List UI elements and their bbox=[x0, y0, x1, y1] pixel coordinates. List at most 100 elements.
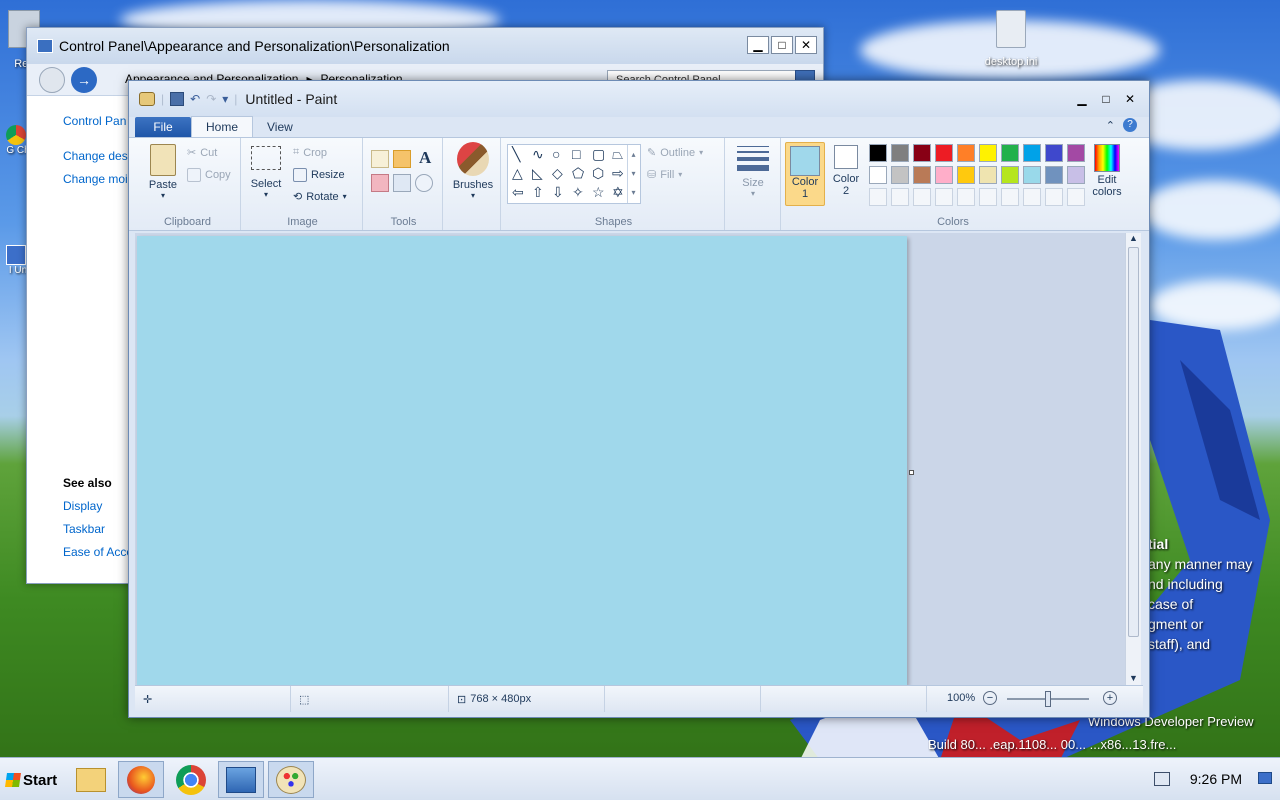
triangle-shape-icon[interactable]: △ bbox=[512, 165, 532, 184]
zoom-out-button[interactable]: − bbox=[983, 691, 997, 705]
select-button[interactable]: Select ▾ bbox=[249, 146, 283, 199]
control-panel-titlebar[interactable]: Control Panel\Appearance and Personaliza… bbox=[27, 28, 823, 64]
four-point-star-shape-icon[interactable]: ✧ bbox=[572, 184, 592, 203]
desktop-icon-desktop-ini[interactable]: desktop.ini bbox=[980, 10, 1042, 68]
pentagon-shape-icon[interactable]: ⬠ bbox=[572, 165, 592, 184]
outline-button[interactable]: ✎ Outline ▾ bbox=[647, 146, 703, 160]
palette-swatch[interactable] bbox=[913, 166, 931, 184]
color-picker-icon[interactable] bbox=[393, 174, 411, 192]
palette-swatch[interactable] bbox=[891, 144, 909, 162]
five-point-star-shape-icon[interactable]: ☆ bbox=[592, 184, 612, 203]
up-arrow-shape-icon[interactable]: ⇧ bbox=[532, 184, 552, 203]
palette-swatch[interactable] bbox=[1067, 166, 1085, 184]
palette-swatch[interactable] bbox=[869, 144, 887, 162]
curve-shape-icon[interactable]: ∿ bbox=[532, 146, 552, 165]
minimize-ribbon-icon[interactable]: ⌃ bbox=[1106, 119, 1115, 132]
palette-swatch[interactable] bbox=[1045, 144, 1063, 162]
taskbar-chrome[interactable] bbox=[168, 761, 214, 798]
network-icon[interactable] bbox=[1154, 772, 1170, 786]
crop-button[interactable]: ⌗ Crop bbox=[293, 146, 327, 159]
text-icon[interactable]: A bbox=[419, 148, 431, 168]
shapes-gallery[interactable]: ╲ ∿ ○ □ ▢ ⏢ △ ◺ ◇ ⬠ ⬡ ⇨ ⇦ ⇧ ⇩ ✧ ☆ ✡ bbox=[507, 144, 641, 204]
see-also-taskbar[interactable]: Taskbar bbox=[63, 522, 105, 536]
palette-swatch[interactable] bbox=[1023, 188, 1041, 206]
palette-swatch[interactable] bbox=[935, 166, 953, 184]
rectangle-shape-icon[interactable]: □ bbox=[572, 146, 592, 165]
tab-view[interactable]: View bbox=[253, 117, 307, 137]
palette-swatch[interactable] bbox=[913, 144, 931, 162]
color2-button[interactable]: Color 2 bbox=[827, 145, 865, 197]
palette-swatch[interactable] bbox=[979, 188, 997, 206]
palette-swatch[interactable] bbox=[979, 144, 997, 162]
palette-swatch[interactable] bbox=[935, 188, 953, 206]
fill-icon[interactable] bbox=[393, 150, 411, 168]
minimize-button[interactable]: ▁ bbox=[1071, 90, 1093, 108]
customize-quick-access-icon[interactable]: ▾ bbox=[222, 92, 228, 106]
palette-swatch[interactable] bbox=[1023, 166, 1041, 184]
minimize-button[interactable]: ▁ bbox=[747, 36, 769, 54]
start-button[interactable]: Start bbox=[2, 763, 58, 797]
palette-swatch[interactable] bbox=[869, 188, 887, 206]
hexagon-shape-icon[interactable]: ⬡ bbox=[592, 165, 612, 184]
palette-swatch[interactable] bbox=[935, 144, 953, 162]
down-arrow-shape-icon[interactable]: ⇩ bbox=[552, 184, 572, 203]
save-icon[interactable] bbox=[170, 92, 185, 106]
see-also-display[interactable]: Display bbox=[63, 499, 102, 513]
palette-swatch[interactable] bbox=[1023, 144, 1041, 162]
zoom-in-button[interactable]: + bbox=[1103, 691, 1117, 705]
brushes-button[interactable]: Brushes ▾ bbox=[449, 142, 497, 200]
palette-swatch[interactable] bbox=[1001, 166, 1019, 184]
back-button[interactable] bbox=[39, 67, 65, 93]
rounded-rectangle-shape-icon[interactable]: ▢ bbox=[592, 146, 612, 165]
zoom-slider-thumb[interactable] bbox=[1045, 691, 1051, 707]
diamond-shape-icon[interactable]: ◇ bbox=[552, 165, 572, 184]
help-icon[interactable]: ? bbox=[1123, 118, 1137, 132]
copy-button[interactable]: Copy bbox=[187, 168, 231, 182]
close-button[interactable]: ✕ bbox=[1119, 90, 1141, 108]
eraser-icon[interactable] bbox=[371, 174, 389, 192]
taskbar-control-panel[interactable] bbox=[218, 761, 264, 798]
redo-icon[interactable]: ↷ bbox=[206, 92, 216, 106]
rotate-button[interactable]: ⟲ Rotate ▾ bbox=[293, 190, 347, 204]
palette-swatch[interactable] bbox=[891, 188, 909, 206]
right-triangle-shape-icon[interactable]: ◺ bbox=[532, 165, 552, 184]
taskbar-paint[interactable] bbox=[268, 761, 314, 798]
paste-button[interactable]: Paste ▾ bbox=[145, 144, 181, 200]
palette-swatch[interactable] bbox=[979, 166, 997, 184]
left-arrow-shape-icon[interactable]: ⇦ bbox=[512, 184, 532, 203]
cp-link-change-mouse[interactable]: Change moi bbox=[63, 172, 128, 186]
color1-button[interactable]: Color 1 bbox=[785, 142, 825, 206]
palette-swatch[interactable] bbox=[1045, 188, 1063, 206]
paint-titlebar[interactable]: | ↶ ↷ ▾ | Untitled - Paint ▁ □ ✕ bbox=[129, 81, 1149, 117]
close-button[interactable]: ✕ bbox=[795, 36, 817, 54]
resize-button[interactable]: Resize bbox=[293, 168, 345, 182]
scroll-thumb[interactable] bbox=[1128, 247, 1139, 637]
maximize-button[interactable]: □ bbox=[771, 36, 793, 54]
tab-home[interactable]: Home bbox=[191, 116, 254, 137]
maximize-button[interactable]: □ bbox=[1095, 90, 1117, 108]
drawing-canvas[interactable] bbox=[137, 236, 907, 685]
palette-swatch[interactable] bbox=[891, 166, 909, 184]
oval-shape-icon[interactable]: ○ bbox=[552, 146, 572, 165]
palette-swatch[interactable] bbox=[1067, 188, 1085, 206]
scroll-up-arrow[interactable]: ▲ bbox=[1126, 233, 1141, 247]
canvas-resize-handle[interactable] bbox=[909, 470, 914, 475]
palette-swatch[interactable] bbox=[957, 188, 975, 206]
show-desktop-button[interactable] bbox=[1258, 772, 1272, 784]
palette-swatch[interactable] bbox=[913, 188, 931, 206]
vertical-scrollbar[interactable]: ▲ ▼ bbox=[1125, 233, 1141, 685]
see-also-ease-of-access[interactable]: Ease of Acce bbox=[63, 545, 133, 559]
taskbar-firefox[interactable] bbox=[118, 761, 164, 798]
paint-app-icon[interactable] bbox=[139, 92, 155, 106]
palette-swatch[interactable] bbox=[1001, 144, 1019, 162]
line-shape-icon[interactable]: ╲ bbox=[512, 146, 532, 165]
palette-swatch[interactable] bbox=[957, 166, 975, 184]
palette-swatch[interactable] bbox=[957, 144, 975, 162]
magnifier-icon[interactable] bbox=[415, 174, 433, 192]
taskbar-file-explorer[interactable] bbox=[68, 761, 114, 798]
undo-icon[interactable]: ↶ bbox=[190, 92, 200, 106]
shapes-scroll[interactable]: ▴ ▾ ▾ bbox=[627, 145, 639, 203]
forward-button[interactable]: → bbox=[71, 67, 97, 93]
cut-button[interactable]: ✂ Cut bbox=[187, 146, 217, 160]
fill-button[interactable]: ⛁ Fill ▾ bbox=[647, 168, 682, 182]
